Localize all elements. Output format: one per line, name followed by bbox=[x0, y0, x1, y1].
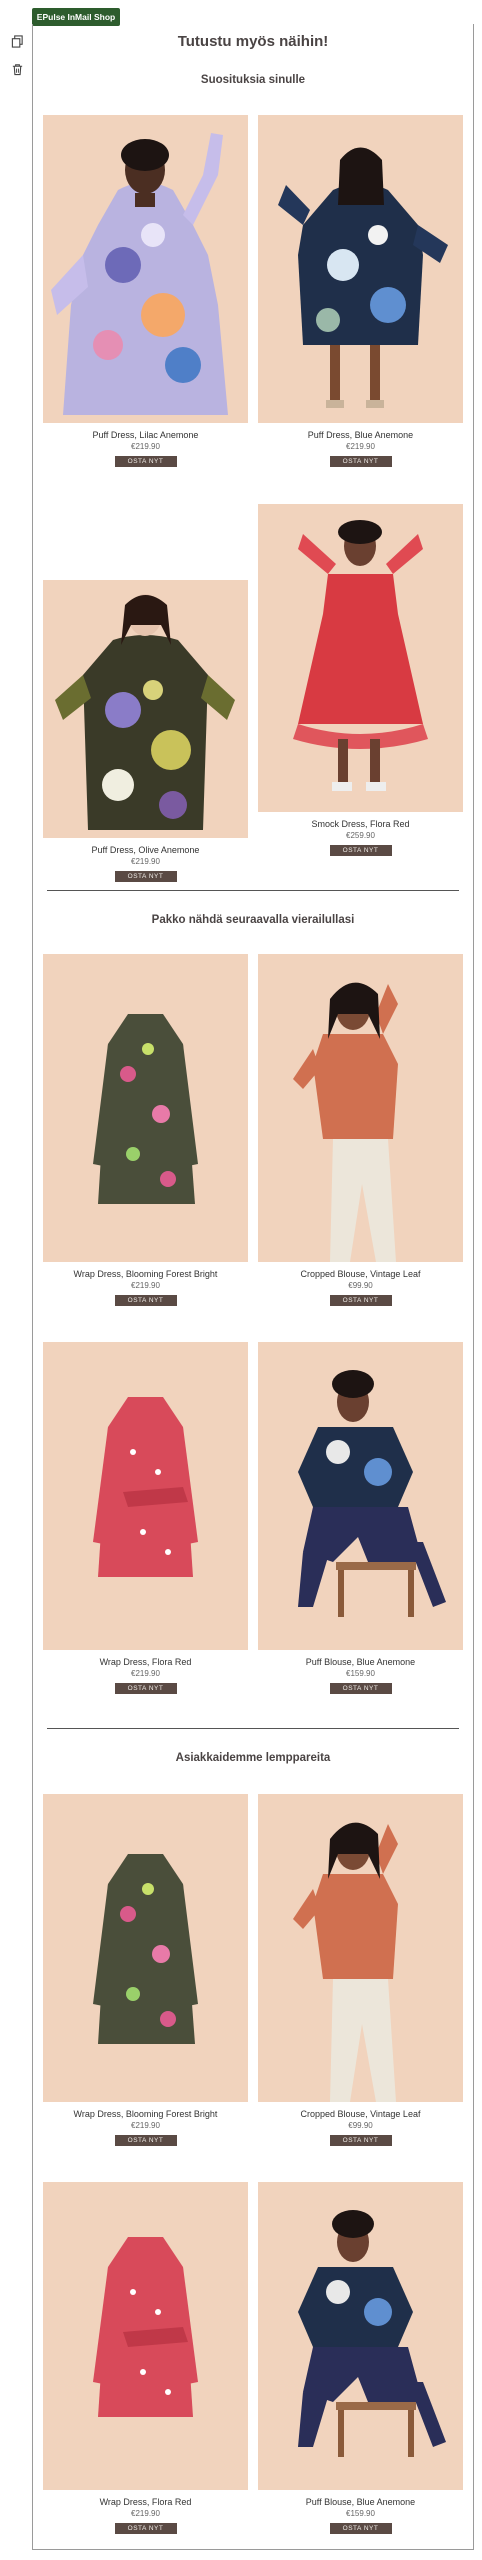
email-frame: Tutustu myös näihin! Suosituksia sinulle bbox=[32, 24, 474, 2550]
copy-button[interactable] bbox=[6, 30, 28, 52]
product-price: €159.90 bbox=[346, 1669, 375, 1678]
product-price: €219.90 bbox=[131, 2509, 160, 2518]
buy-now-button[interactable]: OSTA NYT bbox=[114, 1295, 177, 1306]
buy-now-button[interactable]: OSTA NYT bbox=[329, 456, 392, 467]
product-image[interactable] bbox=[258, 954, 463, 1262]
product-price: €99.90 bbox=[348, 1281, 373, 1290]
product-price: €219.90 bbox=[131, 857, 160, 866]
tool-column bbox=[6, 30, 28, 86]
copy-icon bbox=[11, 34, 23, 48]
product-image[interactable] bbox=[43, 115, 248, 423]
product-name: Cropped Blouse, Vintage Leaf bbox=[300, 2109, 421, 2119]
buy-now-button[interactable]: OSTA NYT bbox=[329, 845, 392, 856]
product-name: Puff Dress, Lilac Anemone bbox=[92, 430, 199, 440]
buy-now-button[interactable]: OSTA NYT bbox=[329, 1295, 392, 1306]
product-price: €219.90 bbox=[131, 1281, 160, 1290]
product-name: Puff Dress, Olive Anemone bbox=[91, 845, 200, 855]
delete-button[interactable] bbox=[6, 58, 28, 80]
main-title: Tutustu myös näihin! bbox=[177, 33, 329, 50]
product-price: €159.90 bbox=[346, 2509, 375, 2518]
section-divider bbox=[47, 1728, 459, 1729]
product-card[interactable]: Cropped Blouse, Vintage Leaf €99.90 OSTA… bbox=[258, 1794, 463, 2146]
product-card[interactable]: Wrap Dress, Blooming Forest Bright €219.… bbox=[43, 1794, 248, 2146]
product-price: €99.90 bbox=[348, 2121, 373, 2130]
trash-icon bbox=[12, 63, 22, 75]
product-card[interactable]: Wrap Dress, Flora Red €219.90 OSTA NYT bbox=[43, 1342, 248, 1694]
buy-now-button[interactable]: OSTA NYT bbox=[114, 2135, 177, 2146]
buy-now-button[interactable]: OSTA NYT bbox=[329, 1683, 392, 1694]
product-image[interactable] bbox=[258, 1794, 463, 2102]
product-name: Puff Blouse, Blue Anemone bbox=[305, 1657, 416, 1667]
product-card[interactable]: Puff Dress, Olive Anemone €219.90 OSTA N… bbox=[43, 554, 248, 882]
product-image[interactable] bbox=[258, 2182, 463, 2490]
product-price: €219.90 bbox=[131, 442, 160, 451]
product-card[interactable]: Wrap Dress, Blooming Forest Bright €219.… bbox=[43, 954, 248, 1306]
product-name: Smock Dress, Flora Red bbox=[311, 819, 410, 829]
buy-now-button[interactable]: OSTA NYT bbox=[329, 2135, 392, 2146]
product-image[interactable] bbox=[43, 2182, 248, 2490]
buy-now-button[interactable]: OSTA NYT bbox=[114, 1683, 177, 1694]
product-name: Cropped Blouse, Vintage Leaf bbox=[300, 1269, 421, 1279]
product-card[interactable]: Cropped Blouse, Vintage Leaf €99.90 OSTA… bbox=[258, 954, 463, 1306]
product-name: Wrap Dress, Blooming Forest Bright bbox=[73, 2109, 218, 2119]
buy-now-button[interactable]: OSTA NYT bbox=[114, 871, 177, 882]
product-card[interactable]: Puff Blouse, Blue Anemone €159.90 OSTA N… bbox=[258, 2182, 463, 2534]
section-title: Suosituksia sinulle bbox=[200, 74, 306, 86]
buy-now-button[interactable]: OSTA NYT bbox=[114, 456, 177, 467]
product-card[interactable]: Puff Dress, Blue Anemone €219.90 OSTA NY… bbox=[258, 115, 463, 467]
product-card[interactable]: Puff Blouse, Blue Anemone €159.90 OSTA N… bbox=[258, 1342, 463, 1694]
product-price: €219.90 bbox=[131, 2121, 160, 2130]
product-image[interactable] bbox=[43, 1342, 248, 1650]
product-image[interactable] bbox=[43, 954, 248, 1262]
product-price: €219.90 bbox=[131, 1669, 160, 1678]
product-name: Wrap Dress, Blooming Forest Bright bbox=[73, 1269, 218, 1279]
product-image[interactable] bbox=[43, 1794, 248, 2102]
product-card[interactable]: Puff Dress, Lilac Anemone €219.90 OSTA N… bbox=[43, 115, 248, 467]
section-divider bbox=[47, 890, 459, 891]
product-image[interactable] bbox=[258, 115, 463, 423]
product-image[interactable] bbox=[258, 504, 463, 812]
product-name: Wrap Dress, Flora Red bbox=[99, 1657, 192, 1667]
buy-now-button[interactable]: OSTA NYT bbox=[329, 2523, 392, 2534]
buy-now-button[interactable]: OSTA NYT bbox=[114, 2523, 177, 2534]
product-name: Puff Dress, Blue Anemone bbox=[307, 430, 414, 440]
product-card[interactable]: Smock Dress, Flora Red €259.90 OSTA NYT bbox=[258, 504, 463, 856]
product-card[interactable]: Wrap Dress, Flora Red €219.90 OSTA NYT bbox=[43, 2182, 248, 2534]
product-image[interactable] bbox=[43, 580, 248, 838]
section-title: Pakko nähdä seuraavalla vierailullasi bbox=[151, 914, 355, 926]
product-name: Puff Blouse, Blue Anemone bbox=[305, 2497, 416, 2507]
product-image[interactable] bbox=[258, 1342, 463, 1650]
product-name: Wrap Dress, Flora Red bbox=[99, 2497, 192, 2507]
product-price: €259.90 bbox=[346, 831, 375, 840]
section-title: Asiakkaidemme lemppareita bbox=[175, 1752, 331, 1764]
product-price: €219.90 bbox=[346, 442, 375, 451]
